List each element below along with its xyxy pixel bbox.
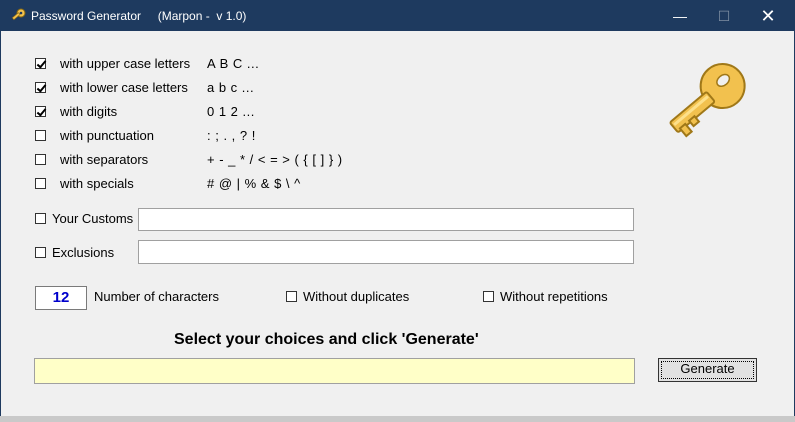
character-count-input[interactable]: 12 <box>35 286 87 310</box>
checkbox-punctuation[interactable] <box>35 130 46 141</box>
option-chars: a b c ... <box>207 80 255 95</box>
maximize-button[interactable]: ☐ <box>701 1 747 31</box>
key-icon <box>11 8 26 21</box>
title-bar[interactable]: Password Generator (Marpon - v 1.0) — ☐ … <box>1 1 794 31</box>
option-label: with upper case letters <box>60 56 191 71</box>
checkbox-specials[interactable] <box>35 178 46 189</box>
checkbox-separators[interactable] <box>35 154 46 165</box>
option-label: with punctuation <box>60 128 154 143</box>
checkbox-exclusions[interactable] <box>35 247 46 258</box>
exclusions-input[interactable] <box>138 240 634 264</box>
checkbox-customs[interactable] <box>35 213 46 224</box>
option-chars: : ; . , ? ! <box>207 128 256 143</box>
option-label: with separators <box>60 152 149 167</box>
generate-button[interactable]: Generate <box>658 358 757 382</box>
option-label: with digits <box>60 104 118 119</box>
close-button[interactable]: ✕ <box>745 1 791 31</box>
key-illustration-icon <box>669 63 746 138</box>
window-title: Password Generator (Marpon - v 1.0) <box>31 9 247 23</box>
checkbox-without-duplicates[interactable] <box>286 291 297 302</box>
minimize-button[interactable]: — <box>657 1 703 31</box>
customs-label: Your Customs <box>52 211 134 226</box>
exclusions-label: Exclusions <box>52 245 115 260</box>
password-output-field[interactable] <box>34 358 635 384</box>
without-repetitions-label: Without repetitions <box>500 289 608 304</box>
instruction-text: Select your choices and click 'Generate' <box>174 331 479 348</box>
checkbox-without-repetitions[interactable] <box>483 291 494 302</box>
checkbox-upper-case[interactable] <box>35 58 46 69</box>
checkbox-digits[interactable] <box>35 106 46 117</box>
checkbox-lower-case[interactable] <box>35 82 46 93</box>
client-area: with upper case letters A B C ... with l… <box>1 31 794 417</box>
customs-input[interactable] <box>138 208 634 231</box>
option-chars: + - _ * / < = > ( { [ ] } ) <box>207 152 343 167</box>
option-chars: # @ | % & $ \ ^ <box>207 176 301 191</box>
background-strip <box>0 416 795 422</box>
option-label: with specials <box>60 176 134 191</box>
without-duplicates-label: Without duplicates <box>303 289 410 304</box>
option-chars: A B C ... <box>207 56 260 71</box>
character-count-label: Number of characters <box>94 289 219 304</box>
option-chars: 0 1 2 ... <box>207 104 255 119</box>
option-label: with lower case letters <box>60 80 188 95</box>
password-generator-window: Password Generator (Marpon - v 1.0) — ☐ … <box>0 0 795 417</box>
